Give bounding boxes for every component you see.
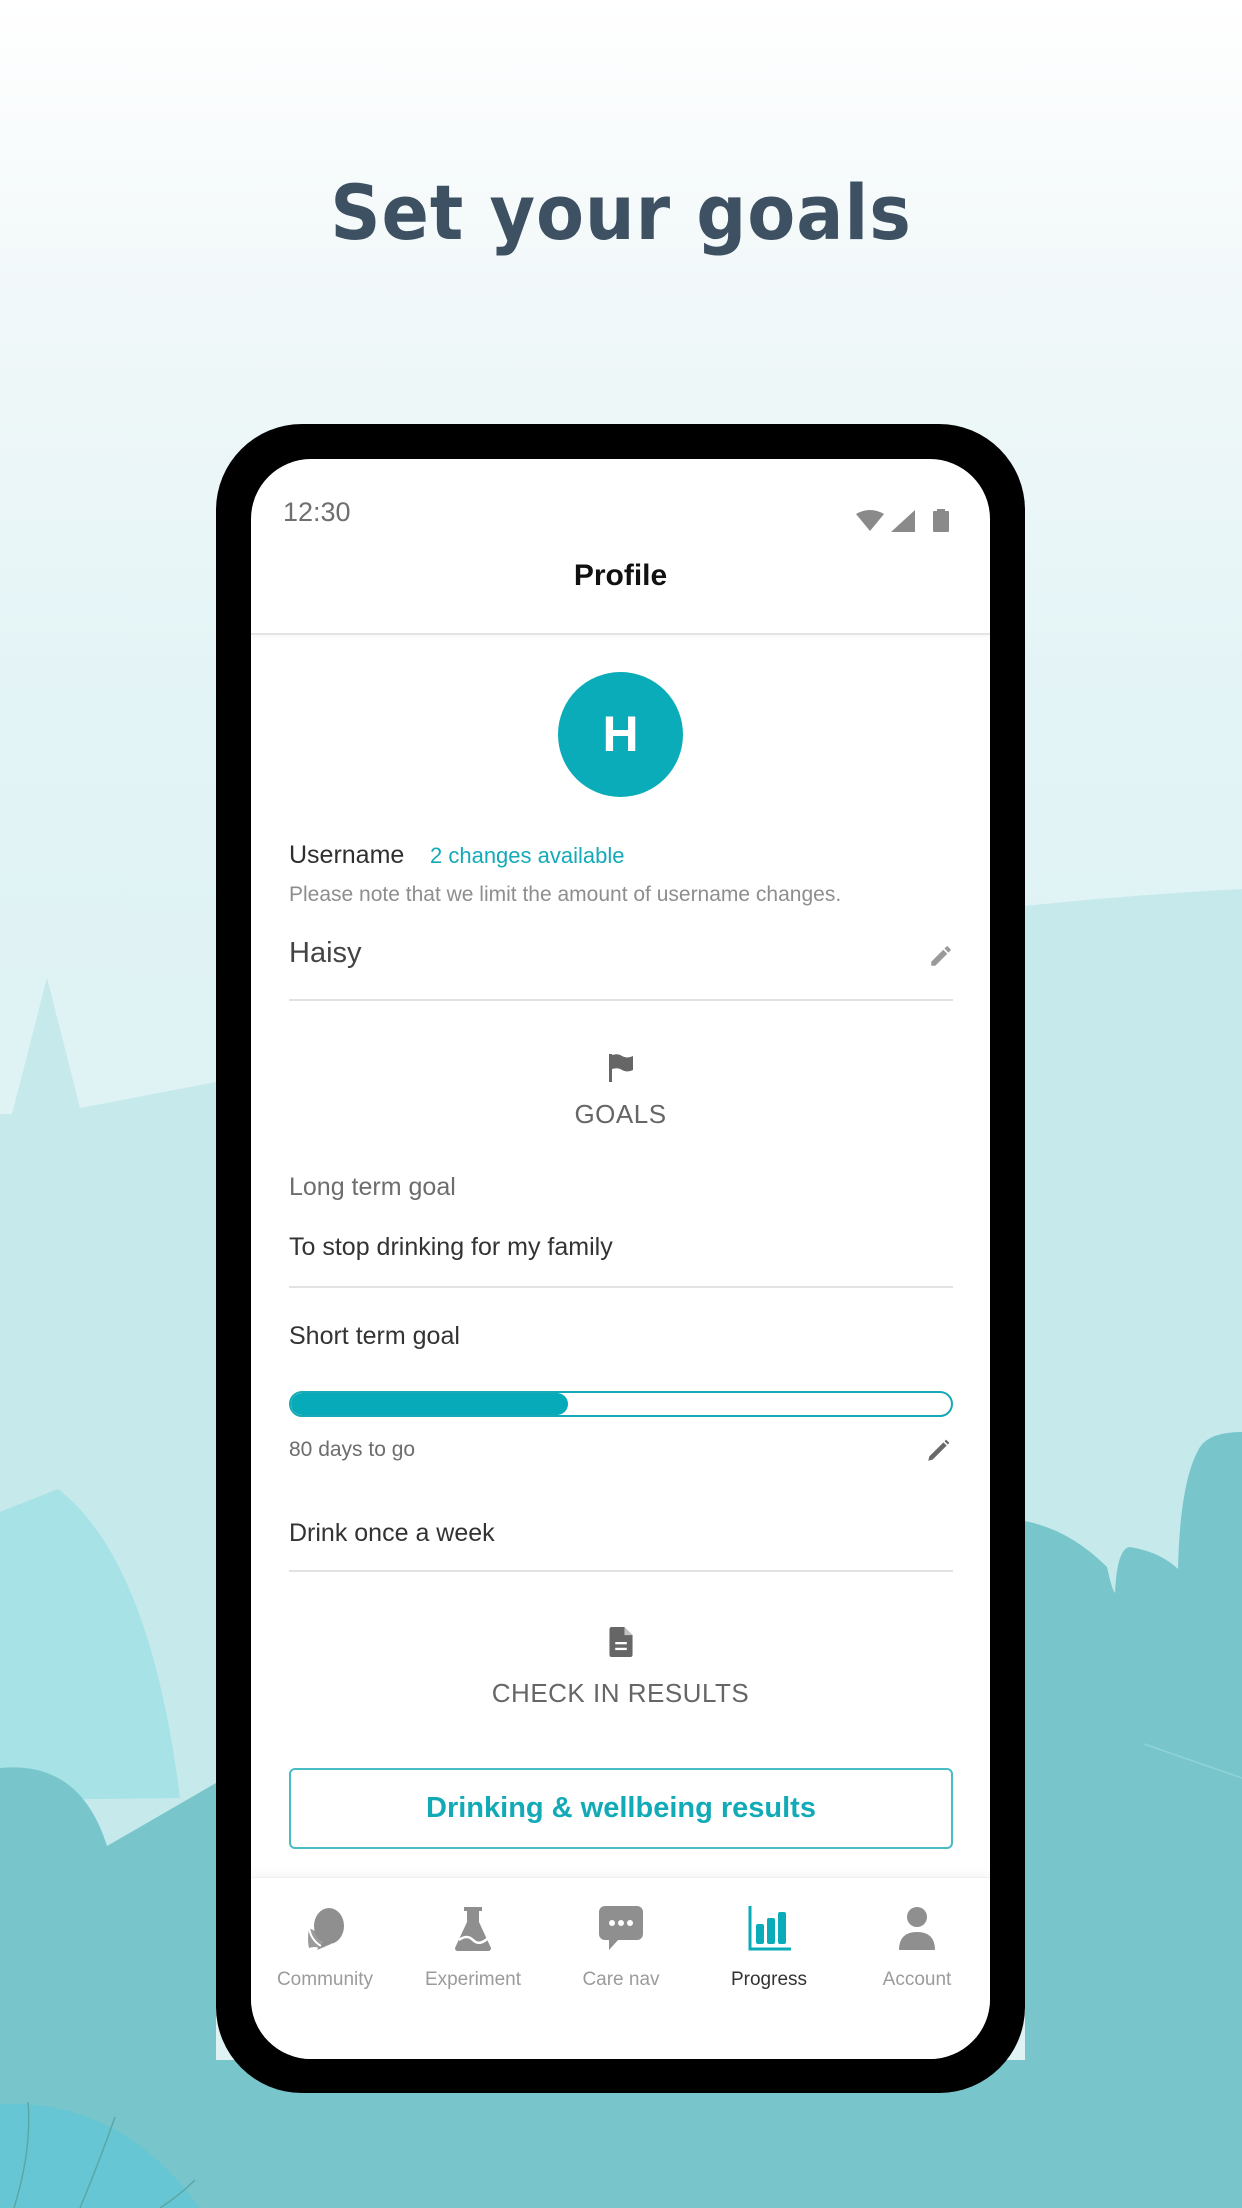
nav-label: Account <box>882 1969 952 1990</box>
headline: Set your goals <box>330 168 912 257</box>
nav-label: Progress <box>730 1969 808 1990</box>
battery-icon <box>933 511 949 532</box>
check-in-section-title: CHECK IN RESULTS <box>491 1678 750 1708</box>
nav-item-experiment[interactable]: Experiment <box>399 1878 547 1998</box>
goals-section-title: GOALS <box>574 1099 667 1129</box>
flask-icon <box>455 1907 491 1951</box>
bar-chart-icon <box>748 1906 791 1951</box>
status-time: 12:30 <box>283 497 351 527</box>
document-icon <box>609 1627 633 1657</box>
nav-item-progress[interactable]: Progress <box>695 1878 843 1998</box>
signal-icon <box>891 510 915 532</box>
header-divider <box>251 633 990 635</box>
nav-label: Experiment <box>424 1969 522 1990</box>
short-term-goal-field[interactable]: Drink once a week <box>289 1519 495 1548</box>
community-icon <box>308 1908 344 1950</box>
days-remaining: 80 days to go <box>289 1438 416 1461</box>
username-label: Username <box>289 841 405 869</box>
username-note: Please note that we limit the amount of … <box>289 883 842 906</box>
page-title: Profile <box>573 559 668 592</box>
username-underline <box>289 999 953 1001</box>
nav-item-care-nav[interactable]: Care nav <box>547 1878 695 1998</box>
phone-screen: 12:30 Profile H Username 2 changes avail… <box>251 459 990 2059</box>
username-field[interactable]: Haisy <box>289 937 362 970</box>
nav-label: Community <box>276 1969 374 1990</box>
chat-icon <box>599 1906 643 1950</box>
long-term-goal-field[interactable]: To stop drinking for my family <box>289 1233 613 1262</box>
wifi-icon <box>856 510 884 531</box>
username-changes-available: 2 changes available <box>430 843 625 868</box>
nav-label: Care nav <box>582 1969 660 1990</box>
pencil-icon[interactable] <box>925 1438 951 1464</box>
pencil-icon[interactable] <box>928 943 954 969</box>
short-term-goal-progress-bar <box>289 1391 953 1417</box>
flag-icon <box>609 1054 633 1082</box>
nav-item-community[interactable]: Community <box>251 1878 399 1998</box>
long-term-goal-underline <box>289 1286 953 1288</box>
long-term-goal-label: Long term goal <box>289 1173 456 1201</box>
short-term-goal-underline <box>289 1570 953 1572</box>
status-icons <box>856 509 949 532</box>
short-term-goal-label: Short term goal <box>289 1322 460 1350</box>
avatar[interactable]: H <box>558 672 683 797</box>
bottom-nav: Community Experiment Care nav Progress A… <box>251 1877 990 2059</box>
nav-item-account[interactable]: Account <box>843 1878 990 1998</box>
person-icon <box>899 1907 935 1950</box>
drinking-wellbeing-results-button[interactable]: Drinking & wellbeing results <box>289 1768 953 1849</box>
progress-fill <box>291 1393 569 1415</box>
